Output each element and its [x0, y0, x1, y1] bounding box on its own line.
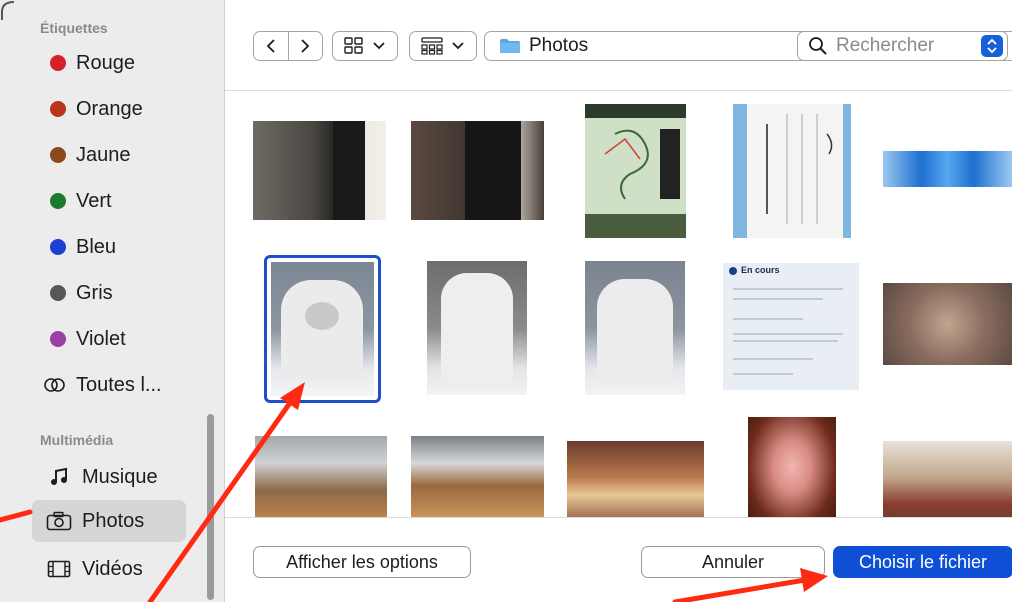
- tent-shape: [441, 273, 513, 383]
- tag-dot-icon: [50, 239, 66, 255]
- photo-thumbnail[interactable]: [585, 104, 686, 238]
- camera-icon: [46, 510, 72, 532]
- sidebar-item-label: Rouge: [76, 51, 135, 74]
- choose-file-button[interactable]: Choisir le fichier: [833, 546, 1012, 578]
- sidebar-scrollbar[interactable]: [207, 414, 214, 600]
- cancel-button[interactable]: Annuler: [641, 546, 825, 578]
- sidebar-item-label: Bleu: [76, 235, 117, 258]
- search-placeholder: Rechercher: [836, 35, 935, 56]
- music-note-icon: [46, 466, 72, 488]
- film-icon: [46, 558, 72, 580]
- sidebar-item-all-tags[interactable]: Toutes l...: [32, 364, 186, 406]
- tag-dot-icon: [50, 331, 66, 347]
- grid-view-icon: [344, 37, 363, 54]
- window-corner: [1, 1, 15, 20]
- back-button[interactable]: [254, 32, 289, 60]
- view-mode-button[interactable]: [332, 31, 398, 61]
- tag-dot-icon: [50, 101, 66, 117]
- bottle-shape: [465, 121, 521, 220]
- tag-dot-icon: [50, 55, 66, 71]
- chevron-right-icon: [301, 39, 310, 53]
- sidebar-item-bleu[interactable]: Bleu: [32, 226, 186, 268]
- sidebar-item-rouge[interactable]: Rouge: [32, 42, 186, 84]
- photo-grid: En cours: [225, 91, 1012, 517]
- location-label: Photos: [529, 35, 589, 56]
- status-dot-icon: [729, 267, 737, 275]
- sidebar-item-label: Musique: [82, 465, 158, 488]
- photo-thumbnail[interactable]: [883, 283, 1012, 365]
- sidebar-item-label: Photos: [82, 509, 145, 532]
- group-icon: [421, 37, 443, 55]
- sidebar-item-violet[interactable]: Violet: [32, 318, 186, 360]
- search-field[interactable]: Rechercher: [797, 31, 1012, 61]
- forward-button[interactable]: [289, 32, 323, 60]
- chevron-left-icon: [266, 39, 275, 53]
- bottom-bar: Afficher les options Annuler Choisir le …: [225, 517, 1012, 603]
- photo-thumbnail[interactable]: [883, 151, 1012, 187]
- photo-thumbnail[interactable]: [733, 104, 851, 238]
- sidebar-item-label: Jaune: [76, 143, 131, 166]
- photo-thumbnail[interactable]: [567, 441, 704, 517]
- photo-thumbnail[interactable]: [748, 417, 836, 517]
- photo-thumbnail[interactable]: [585, 261, 685, 395]
- photo-thumbnail[interactable]: [427, 261, 527, 395]
- tent-shape: [281, 280, 363, 380]
- sidebar-item-label: Violet: [76, 327, 126, 350]
- photo-thumbnail[interactable]: [253, 121, 386, 220]
- sidebar-item-label: Vert: [76, 189, 112, 212]
- sidebar-item-vert[interactable]: Vert: [32, 180, 186, 222]
- sidebar-item-photos[interactable]: Photos: [32, 500, 186, 542]
- sidebar-item-label: Toutes l...: [76, 373, 162, 396]
- bottle-shape: [333, 121, 365, 220]
- sidebar-item-orange[interactable]: Orange: [32, 88, 186, 130]
- sidebar-item-label: Vidéos: [82, 557, 143, 580]
- photo-thumbnail[interactable]: [411, 121, 544, 220]
- toolbar: Photos Rechercher: [225, 0, 1012, 91]
- map-drawing: [585, 104, 686, 238]
- all-tags-icon: [44, 374, 66, 396]
- tag-dot-icon: [50, 285, 66, 301]
- media-section-title: Multimédia: [40, 432, 114, 448]
- tent-shape: [597, 279, 673, 379]
- tags-section-title: Étiquettes: [40, 20, 108, 36]
- photo-thumbnail-selected[interactable]: [264, 255, 381, 403]
- tag-dot-icon: [50, 193, 66, 209]
- photo-thumbnail[interactable]: [411, 436, 544, 517]
- en-cours-text: En cours: [741, 265, 780, 275]
- photo-thumbnail[interactable]: [883, 441, 1012, 517]
- sidebar-item-label: Orange: [76, 97, 143, 120]
- sidebar-item-videos[interactable]: Vidéos: [32, 548, 186, 590]
- sidebar-item-label: Gris: [76, 281, 113, 304]
- show-options-button[interactable]: Afficher les options: [253, 546, 471, 578]
- chevron-down-icon: [373, 42, 385, 50]
- chevron-down-icon: [452, 42, 464, 50]
- group-button[interactable]: [409, 31, 477, 61]
- sidebar: Étiquettes Rouge Orange Jaune Vert Bleu …: [0, 0, 224, 602]
- photo-thumbnail[interactable]: [255, 436, 387, 517]
- document-lines: [733, 288, 843, 375]
- window-shape: [305, 302, 339, 330]
- sidebar-item-gris[interactable]: Gris: [32, 272, 186, 314]
- tag-dot-icon: [50, 147, 66, 163]
- certificate-drawing: [766, 114, 833, 224]
- sidebar-item-jaune[interactable]: Jaune: [32, 134, 186, 176]
- back-forward-group: [253, 31, 323, 61]
- photo-thumbnail[interactable]: En cours: [723, 263, 859, 390]
- folder-icon: [500, 39, 520, 53]
- sidebar-item-musique[interactable]: Musique: [32, 456, 186, 498]
- photo-image: [271, 262, 374, 396]
- search-icon: [809, 37, 827, 55]
